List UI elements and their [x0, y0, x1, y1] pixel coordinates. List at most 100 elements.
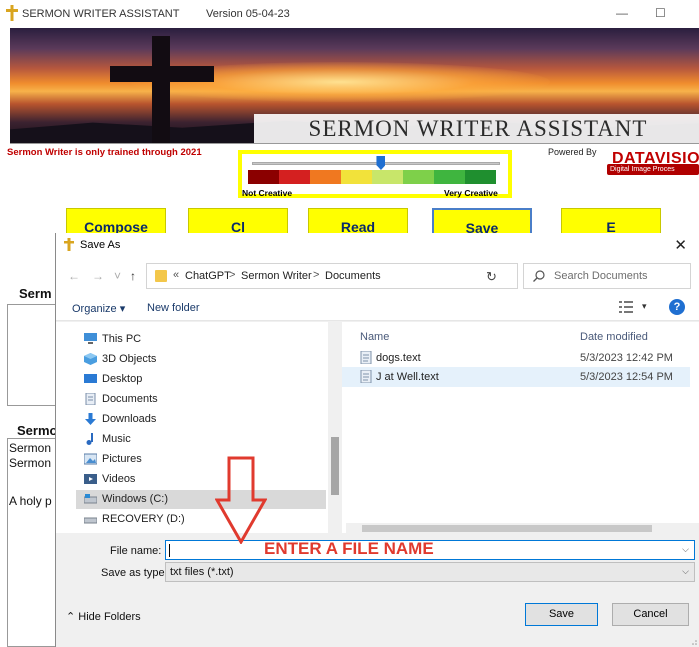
- file-list-scrollbar-thumb[interactable]: [362, 525, 652, 532]
- chevron-down-icon[interactable]: ⌵: [682, 566, 689, 577]
- save-type-label: Save as type:: [101, 567, 168, 579]
- scale-segment: [372, 170, 403, 184]
- drive-icon: [84, 494, 97, 504]
- scale-segment: [465, 170, 496, 184]
- view-options-icon[interactable]: [619, 301, 633, 313]
- tree-item-music[interactable]: Music: [82, 430, 326, 449]
- file-row[interactable]: J at Well.text 5/3/2023 12:54 PM: [342, 367, 690, 387]
- file-name-label: File name:: [110, 545, 162, 557]
- text-file-icon: [360, 370, 372, 383]
- file-date: 5/3/2023 12:42 PM: [580, 352, 673, 364]
- up-icon[interactable]: ↑: [130, 269, 136, 283]
- refresh-icon[interactable]: ↻: [486, 269, 497, 285]
- breadcrumb-separator[interactable]: >: [313, 269, 319, 281]
- forward-icon[interactable]: →: [92, 269, 104, 283]
- search-icon: [533, 270, 545, 282]
- dialog-title: Save As: [80, 239, 121, 251]
- text-caret: [169, 544, 170, 557]
- column-name-header[interactable]: Name: [360, 331, 389, 343]
- overflow-chevron[interactable]: «: [173, 269, 179, 281]
- save-type-select[interactable]: txt files (*.txt) ⌵: [165, 562, 695, 582]
- help-icon[interactable]: ?: [669, 299, 685, 315]
- close-icon[interactable]: ✕: [674, 236, 687, 254]
- breadcrumb-chatgpt[interactable]: ChatGPT: [185, 270, 231, 282]
- tree-item-recovery-d[interactable]: RECOVERY (D:): [82, 510, 326, 529]
- tree-label: Windows (C:): [102, 493, 169, 505]
- view-chevron-icon[interactable]: ▾: [642, 301, 647, 312]
- banner-image: SERMON WRITER ASSISTANT: [10, 28, 699, 144]
- scale-segment: [341, 170, 372, 184]
- save-type-value: txt files (*.txt): [170, 566, 234, 578]
- save-as-dialog: Save As ✕ ← → ˅ ↑ « ChatGPT > Sermon Wri…: [55, 233, 699, 647]
- file-date: 5/3/2023 12:54 PM: [580, 371, 673, 383]
- tree-item-downloads[interactable]: Downloads: [82, 410, 326, 429]
- chevron-down-icon[interactable]: ⌵: [682, 544, 689, 555]
- very-creative-label: Very Creative: [444, 188, 498, 198]
- tree-item-desktop[interactable]: Desktop: [82, 370, 326, 389]
- tree-item-this-pc[interactable]: This PC: [82, 330, 326, 349]
- training-note: Sermon Writer is only trained through 20…: [7, 147, 202, 158]
- chevron-up-icon: ⌃: [66, 611, 76, 623]
- sermon-input-label: Serm: [19, 286, 52, 301]
- tree-item-pictures[interactable]: Pictures: [82, 450, 326, 469]
- save-type-row: Save as type: txt files (*.txt) ⌵: [56, 562, 699, 584]
- tree-label: Pictures: [102, 453, 142, 465]
- tree-item-windows-c[interactable]: Windows (C:): [76, 490, 326, 509]
- file-row[interactable]: dogs.text 5/3/2023 12:42 PM: [342, 348, 690, 368]
- nav-scrollbar[interactable]: [328, 322, 341, 533]
- output-line: A holy p: [9, 494, 52, 508]
- breadcrumb-separator[interactable]: >: [229, 269, 235, 281]
- app-title: SERMON WRITER ASSISTANT: [22, 8, 180, 20]
- address-bar[interactable]: « ChatGPT > Sermon Writer > Documents ˅: [146, 263, 557, 289]
- tree-label: Music: [102, 433, 131, 445]
- file-list: Name Date modified dogs.text 5/3/2023 12…: [342, 322, 699, 533]
- creativity-slider[interactable]: Not Creative Very Creative: [238, 150, 512, 198]
- breadcrumb-sermon-writer[interactable]: Sermon Writer: [241, 270, 312, 282]
- tree-label: Desktop: [102, 373, 143, 385]
- desktop-icon: [84, 374, 97, 383]
- navigation-pane: This PC 3D Objects Desktop Documents Dow…: [56, 322, 341, 533]
- tree-item-documents[interactable]: Documents: [82, 390, 326, 409]
- address-row: ← → ˅ ↑ « ChatGPT > Sermon Writer > Docu…: [56, 257, 699, 295]
- tree-label: 3D Objects: [102, 353, 157, 365]
- output-line: Sermon: [9, 441, 52, 455]
- scale-segment: [248, 170, 279, 184]
- organize-menu[interactable]: Organize ▾: [72, 302, 125, 315]
- creativity-scale: [248, 170, 496, 184]
- powered-by-label: Powered By: [548, 147, 597, 157]
- file-list-scrollbar[interactable]: [346, 523, 699, 533]
- not-creative-label: Not Creative: [242, 188, 293, 198]
- output-line: Sermon: [9, 456, 52, 470]
- save-dialog-button[interactable]: Save: [525, 603, 598, 626]
- logo-subtitle: Digital Image Proces: [607, 164, 699, 175]
- resize-grip-icon[interactable]: [689, 637, 697, 645]
- text-file-icon: [360, 351, 372, 364]
- cross-icon: [6, 5, 18, 21]
- slider-thumb[interactable]: [376, 156, 386, 170]
- tree-item-videos[interactable]: Videos: [82, 470, 326, 489]
- cancel-button[interactable]: Cancel: [612, 603, 689, 626]
- videos-icon: [84, 474, 97, 484]
- nav-scrollbar-thumb[interactable]: [331, 437, 339, 495]
- back-icon[interactable]: ←: [68, 269, 80, 283]
- maximize-button[interactable]: ☐: [655, 6, 666, 20]
- tree-label: Videos: [102, 473, 136, 485]
- search-input[interactable]: Search Documents: [523, 263, 691, 289]
- hide-folders-button[interactable]: ⌃ Hide Folders: [66, 610, 141, 623]
- tree-item-3d-objects[interactable]: 3D Objects: [82, 350, 326, 369]
- tree-label: Downloads: [102, 413, 157, 425]
- new-folder-button[interactable]: New folder: [147, 302, 200, 314]
- search-placeholder: Search Documents: [554, 270, 648, 282]
- hide-folders-label: Hide Folders: [78, 611, 141, 623]
- slider-track[interactable]: [252, 162, 500, 165]
- dialog-toolbar: Organize ▾ New folder ▾ ?: [56, 295, 699, 321]
- sermon-input-box[interactable]: [7, 304, 57, 406]
- minimize-button[interactable]: —: [616, 6, 628, 20]
- scale-segment: [279, 170, 310, 184]
- documents-icon: [85, 393, 96, 405]
- column-date-header[interactable]: Date modified: [580, 331, 648, 343]
- folder-icon: [155, 270, 167, 282]
- breadcrumb-documents[interactable]: Documents: [325, 270, 381, 282]
- recent-locations-icon[interactable]: ˅: [114, 269, 121, 283]
- 3d-objects-icon: [84, 353, 97, 365]
